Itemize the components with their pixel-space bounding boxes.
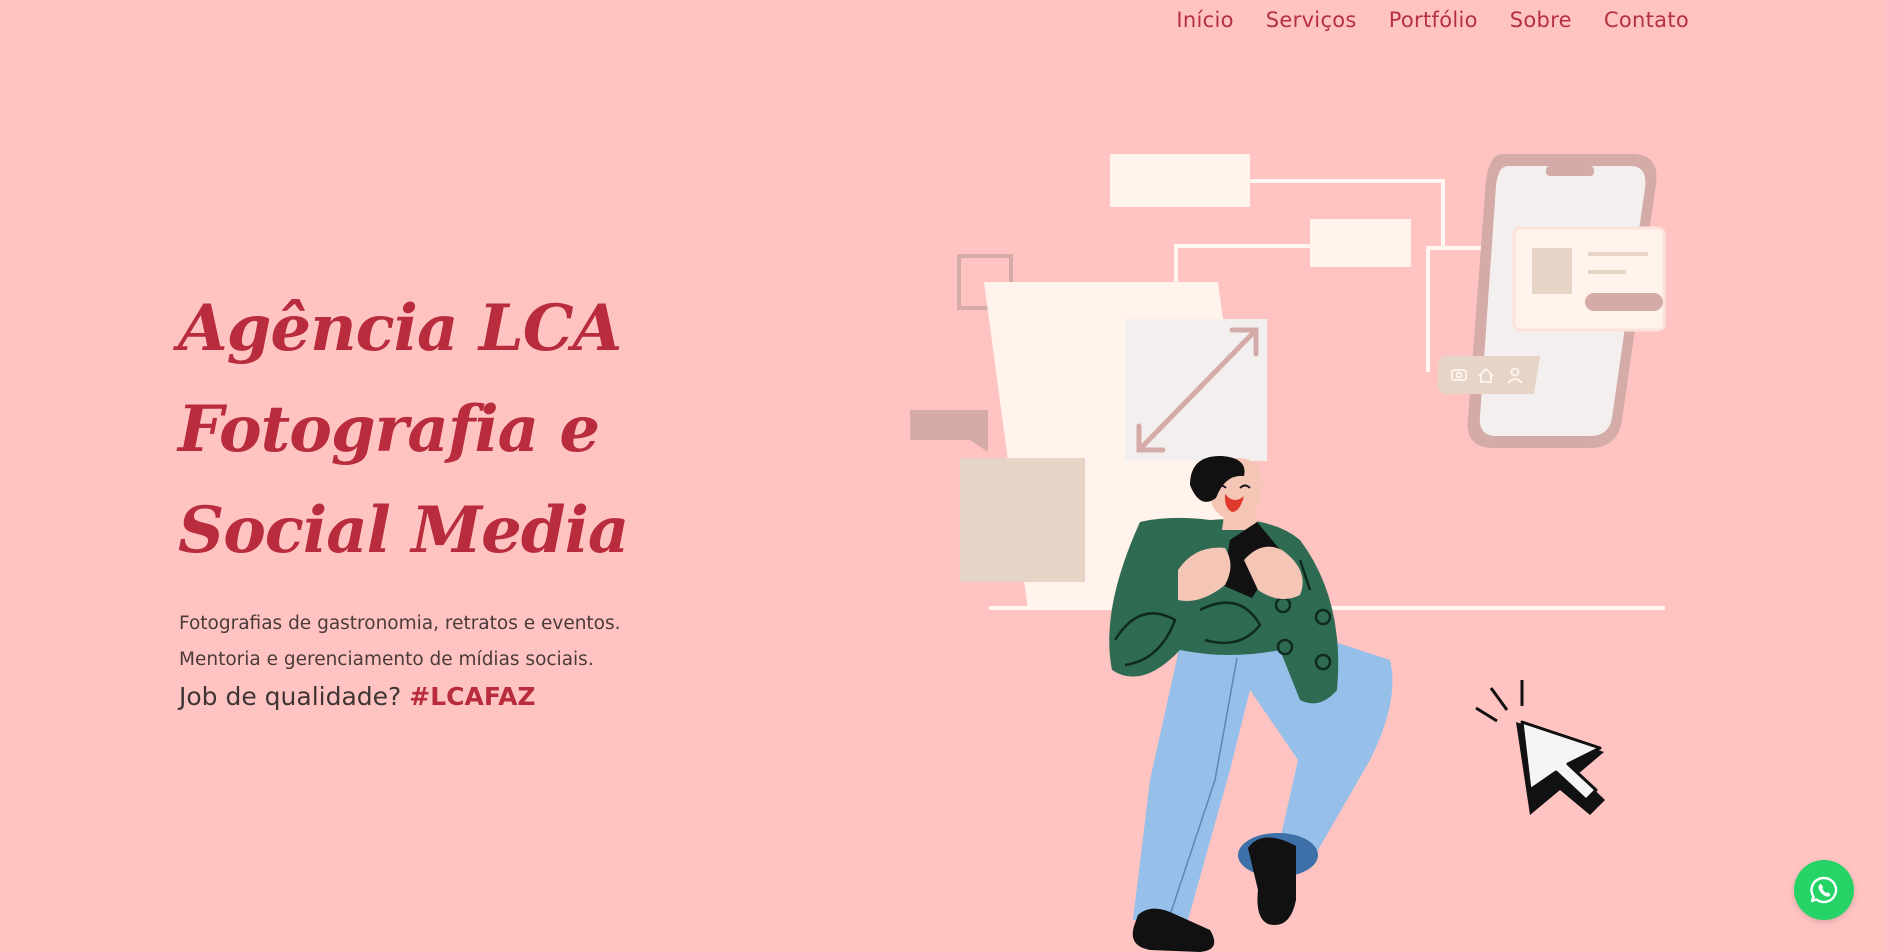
cursor-arrow-icon xyxy=(1475,680,1605,815)
beige-box xyxy=(960,458,1085,582)
speech-bubble xyxy=(910,410,988,452)
placeholder-box-top xyxy=(1110,154,1250,207)
placeholder-box-middle xyxy=(1310,219,1411,267)
whatsapp-button[interactable] xyxy=(1794,860,1854,920)
whatsapp-icon xyxy=(1810,876,1838,904)
hero-illustration xyxy=(910,154,1666,952)
person-illustration xyxy=(1109,455,1393,952)
phone-mockup xyxy=(1438,154,1666,448)
